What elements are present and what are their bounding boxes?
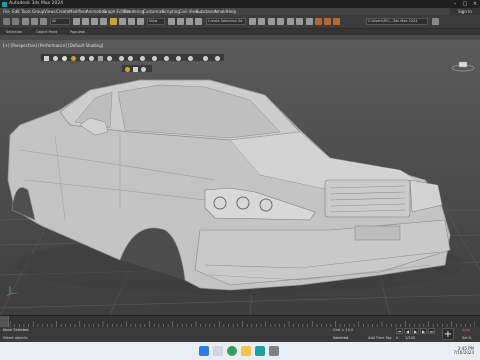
named-selection-set-dropdown[interactable]: Create Selection Se [206,18,246,25]
3dsmax-logo-icon [2,1,7,7]
windows-start-icon[interactable] [199,346,209,356]
current-frame[interactable]: 0 [396,336,398,340]
perspective-viewport[interactable]: [+] [Perspective] [Performance] [Default… [0,40,480,315]
select-object-icon[interactable] [73,18,80,25]
menu-help[interactable]: Help [227,8,236,15]
menu-arnold[interactable]: Arnold [214,8,227,15]
menu-tools[interactable]: Tools [21,8,31,15]
minimize-button[interactable]: – [450,0,460,8]
go-to-end-button[interactable]: ⏭ [428,328,435,334]
title-bar: Autodesk 3ds Max 2024 – □ × [0,0,480,8]
chrome-icon[interactable] [227,346,237,356]
play-button[interactable]: ▶ [412,328,419,334]
menu-edit[interactable]: Edit [12,8,20,15]
set-key-button[interactable]: Set K. [462,336,472,340]
snaps-toggle-icon[interactable] [195,18,202,25]
schematic-view-icon[interactable] [296,18,303,25]
menu-modifiers[interactable]: Modifiers [69,8,87,15]
main-toolbar: All View Create Selection Se C:\Users\PC… [0,15,480,29]
menu-file[interactable]: File [3,8,10,15]
align-icon[interactable] [258,18,265,25]
menu-scripting[interactable]: Scripting [162,8,180,15]
menu-group[interactable]: Group [32,8,44,15]
bind-space-warp-icon[interactable] [40,18,47,25]
workspace-dropdown[interactable]: C:\Users\PC\...3ds Max 2024 [366,18,428,25]
manipulate-icon[interactable] [177,18,184,25]
sign-in-button[interactable]: Sign In [450,8,480,15]
keyboard-shortcut-icon[interactable] [186,18,193,25]
file-explorer-icon[interactable] [241,346,251,356]
project-folder-icon[interactable] [432,18,439,25]
previous-frame-button[interactable]: ◀ [404,328,411,334]
car-model[interactable] [7,79,465,295]
go-to-start-button[interactable]: ⏮ [396,328,403,334]
status-message: None Selected [3,328,29,332]
select-by-name-icon[interactable] [82,18,89,25]
clock-date: 7/16/2024 [453,350,474,355]
rendered-frame-window-icon[interactable] [324,18,331,25]
floor-grid [0,79,480,315]
time-display: 1/100 [405,336,416,340]
render-setup-icon[interactable] [315,18,322,25]
menu-customize[interactable]: Customize [143,8,164,15]
layer-explorer-icon[interactable] [268,18,275,25]
link-icon[interactable] [22,18,29,25]
system-clock[interactable]: 3:45 PM 7/16/2024 [453,347,474,355]
selection-filter-dropdown[interactable]: All [50,18,70,25]
scale-icon[interactable] [128,18,135,25]
rectangular-selection-icon[interactable] [91,18,98,25]
render-production-icon[interactable] [333,18,340,25]
auto-key-button[interactable]: Auto [462,328,470,332]
maximize-button[interactable]: □ [460,0,470,8]
reference-coordinate-dropdown[interactable]: View [147,18,165,25]
unlink-icon[interactable] [31,18,38,25]
undo-icon[interactable] [3,18,10,25]
selected-label: Selected [333,336,349,340]
menu-bar: File Edit Tools Group Views Create Modif… [0,8,480,15]
window-crossing-icon[interactable] [100,18,107,25]
add-time-tag[interactable]: Add Time Tag [368,336,392,340]
axis-tripod-icon [6,286,18,297]
menu-create[interactable]: Create [56,8,69,15]
menu-rendering[interactable]: Rendering [124,8,144,15]
window-title: Autodesk 3ds Max 2024 [9,1,64,6]
grid-readout: Grid = 10,0 [333,328,354,332]
mirror-icon[interactable] [249,18,256,25]
material-editor-icon[interactable] [306,18,313,25]
next-frame-button[interactable]: ▶ [420,328,427,334]
3dsmax-taskbar-icon[interactable] [255,346,265,356]
search-icon[interactable] [213,346,223,356]
move-icon[interactable] [110,18,117,25]
rotate-icon[interactable] [119,18,126,25]
redo-icon[interactable] [12,18,19,25]
pivot-point-icon[interactable] [168,18,175,25]
app-window: Autodesk 3ds Max 2024 – □ × File Edit To… [0,0,480,360]
time-slider[interactable] [0,315,480,328]
status-bar: None Selected Select objects Grid = 10,0… [0,327,480,342]
menu-views[interactable]: Views [44,8,56,15]
windows-taskbar: 3:45 PM 7/16/2024 [0,342,480,360]
placement-icon[interactable] [137,18,144,25]
curve-editor-icon[interactable] [287,18,294,25]
close-button[interactable]: × [470,0,480,8]
status-prompt: Select objects [3,336,28,340]
ribbon-toggle-icon[interactable] [277,18,284,25]
add-key-button[interactable]: + [442,328,454,340]
app-taskbar-icon[interactable] [269,346,279,356]
